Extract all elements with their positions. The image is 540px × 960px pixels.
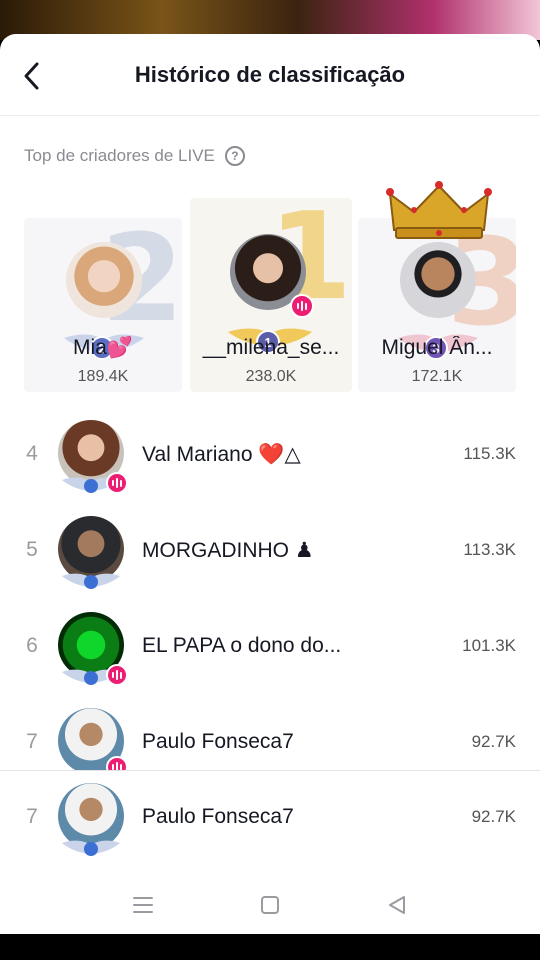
- creator-name: MORGADINHO ♟: [142, 539, 314, 562]
- rank-number: 5: [26, 538, 38, 561]
- creator-score: 189.4K: [77, 368, 129, 385]
- creator-name: Paulo Fonseca7: [142, 805, 294, 828]
- sheet-header: Histórico de classificação: [0, 34, 540, 116]
- list-item[interactable]: 7 Paulo Fonseca7 92.7K: [0, 696, 540, 770]
- wings-badge-icon: [62, 573, 120, 589]
- creator-score: 172.1K: [411, 368, 463, 385]
- live-indicator-icon: [106, 756, 128, 770]
- podium-card-rank-3[interactable]: 3 3 Miguel Ân... 172.1K: [358, 218, 516, 392]
- gold-crown-icon: [386, 181, 492, 239]
- creator-name: EL PAPA o dono do...: [142, 634, 342, 657]
- creator-score: 92.7K: [471, 807, 516, 826]
- creator-name: __milena_se...: [202, 336, 340, 359]
- podium-card-rank-2[interactable]: 2 2 Mia💕 189.4K: [24, 218, 182, 392]
- list-item[interactable]: 5 MORGADINHO ♟ 113.3K: [0, 504, 540, 594]
- wings-badge-icon: [62, 840, 120, 856]
- live-indicator-icon: [106, 664, 128, 686]
- section-label: Top de criadores de LIVE ?: [24, 146, 245, 166]
- rank-number: 7: [26, 805, 38, 828]
- creator-name: Val Mariano ❤️△: [142, 443, 301, 466]
- creator-name: Mia💕: [73, 336, 133, 359]
- rank-number: 7: [26, 730, 38, 753]
- list-item[interactable]: 6 EL PAPA o dono do... 101.3K: [0, 600, 540, 690]
- avatar[interactable]: [400, 242, 476, 318]
- current-user-row[interactable]: 7 Paulo Fonseca7 92.7K: [0, 771, 540, 861]
- system-back-button[interactable]: [377, 885, 417, 925]
- ranking-history-sheet: Histórico de classificação Top de criado…: [0, 34, 540, 934]
- avatar[interactable]: [66, 242, 142, 318]
- page-title: Histórico de classificação: [134, 62, 406, 87]
- section-title: Top de criadores de LIVE: [24, 146, 215, 165]
- creator-score: 113.3K: [463, 540, 516, 559]
- recent-apps-button[interactable]: [123, 885, 163, 925]
- live-indicator-icon: [106, 472, 128, 494]
- menu-icon: [133, 897, 154, 913]
- creator-score: 115.3K: [463, 444, 516, 463]
- rank-number: 6: [26, 634, 38, 657]
- creator-score: 101.3K: [462, 636, 516, 655]
- creator-score: 238.0K: [245, 368, 297, 385]
- creator-score: 92.7K: [471, 732, 516, 751]
- live-indicator-icon: [290, 294, 314, 318]
- list-item[interactable]: 4 Val Mariano ❤️△ 115.3K: [0, 408, 540, 498]
- square-home-icon: [260, 896, 279, 914]
- creator-name: Miguel Ân...: [381, 336, 493, 359]
- rank-number: 4: [26, 442, 38, 465]
- home-button[interactable]: [250, 885, 290, 925]
- help-icon[interactable]: ?: [224, 146, 245, 166]
- creator-name: Paulo Fonseca7: [142, 730, 294, 753]
- triangle-back-icon: [388, 896, 405, 914]
- system-navigation-bar: [0, 876, 540, 934]
- podium-card-rank-1[interactable]: 1 1 __milena_se... 238.0K: [190, 198, 352, 392]
